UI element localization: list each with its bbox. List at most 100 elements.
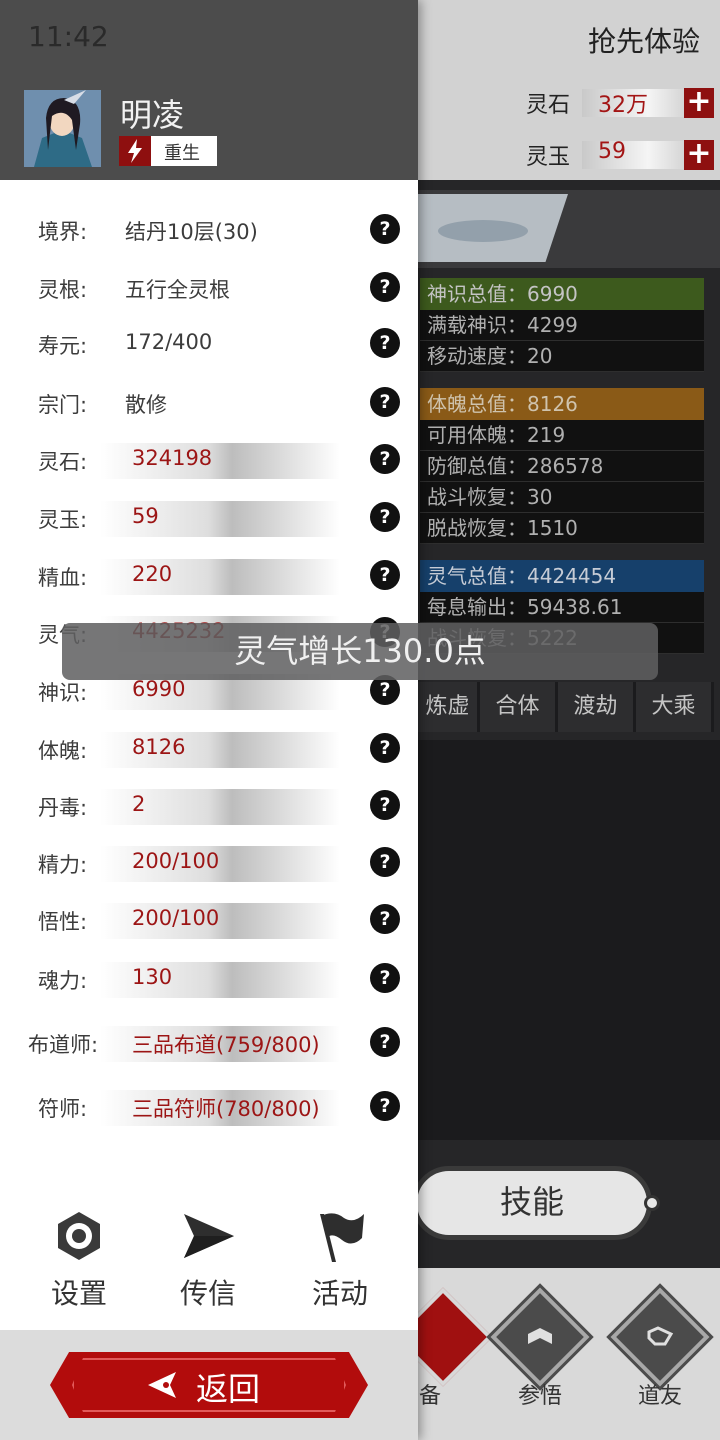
resource-spirit-stone: 灵石 32万 + [520, 87, 715, 118]
attr-row-sect: 宗门: 散修 ? [0, 381, 418, 425]
attr-row-spirit-root: 灵根: 五行全灵根 ? [0, 266, 418, 310]
help-icon[interactable]: ? [370, 560, 400, 590]
help-icon[interactable]: ? [370, 444, 400, 474]
content-panel [418, 740, 720, 1140]
attr-label: 体魄: [38, 739, 88, 763]
attr-label: 寿元: [38, 334, 88, 358]
activity-button[interactable]: 活动 [285, 1208, 395, 1312]
attr-row-physique: 体魄: 8126 ? [0, 727, 418, 771]
attr-value: 三品符师(780/800) [132, 1097, 320, 1121]
attr-value: 200/100 [132, 906, 220, 930]
attr-row-essence-blood: 精血: 220 ? [0, 554, 418, 598]
help-icon[interactable]: ? [370, 847, 400, 877]
attr-value: 200/100 [132, 849, 220, 873]
skill-button[interactable]: 技能 [412, 1166, 652, 1240]
attr-row-lifespan: 寿元: 172/400 ? [0, 322, 418, 366]
attr-value: 130 [132, 965, 173, 989]
attr-label: 魂力: [38, 969, 88, 993]
help-icon[interactable]: ? [370, 733, 400, 763]
flag-icon [285, 1208, 395, 1264]
help-icon[interactable]: ? [370, 214, 400, 244]
cloud-image [438, 220, 528, 242]
settings-label: 设置 [50, 1277, 107, 1310]
help-icon[interactable]: ? [370, 963, 400, 993]
tab-realm[interactable]: 渡劫 [558, 682, 636, 732]
attr-label: 灵根: [38, 278, 88, 302]
resource-label: 灵石 [526, 93, 571, 118]
attr-value: 59 [132, 504, 159, 528]
attr-row-spirit-jade: 灵玉: 59 ? [0, 496, 418, 540]
attr-row-realm: 境界: 结丹10层(30) ? [0, 208, 418, 252]
resource-value: 32万 [598, 93, 648, 118]
attr-value: 五行全灵根 [125, 278, 230, 302]
stat-group-header: 神识总值：6990 [420, 278, 704, 310]
handshake-icon [645, 1322, 675, 1352]
nav-label: 道友 [637, 1384, 682, 1409]
friends-nav-button[interactable] [610, 1287, 710, 1387]
book-icon [525, 1322, 555, 1352]
attr-label: 灵玉: [38, 508, 88, 532]
status-bar-time: 11:42 [28, 20, 109, 53]
toast-message: 灵气增长130.0点 [62, 623, 658, 680]
stats-panel: 神识总值：6990 满载神识：4299 移动速度：20 体魄总值：8126 可用… [420, 278, 704, 654]
stat-group-header: 灵气总值：4424454 [420, 560, 704, 592]
scene-banner [418, 190, 720, 268]
resource-value: 59 [598, 139, 626, 164]
help-icon[interactable]: ? [370, 1027, 400, 1057]
attr-row-spirit-stone: 灵石: 324198 ? [0, 438, 418, 482]
back-arrow-icon [146, 1370, 178, 1400]
attr-value: 散修 [125, 393, 167, 417]
attr-value: 6990 [132, 677, 186, 701]
attr-value: 220 [132, 562, 173, 586]
stat-line: 脱战恢复：1510 [420, 513, 704, 544]
attr-value: 324198 [132, 446, 213, 470]
lightning-icon [119, 136, 151, 166]
add-spirit-jade-button[interactable]: + [684, 139, 714, 170]
stat-line: 每息输出：59438.61 [420, 592, 704, 623]
help-icon[interactable]: ? [370, 272, 400, 302]
attr-row-energy: 精力: 200/100 ? [0, 841, 418, 885]
attr-label: 境界: [38, 220, 88, 244]
attr-value: 结丹10层(30) [125, 220, 258, 244]
message-button[interactable]: 传信 [153, 1208, 263, 1312]
help-icon[interactable]: ? [370, 904, 400, 934]
attr-label: 丹毒: [38, 796, 88, 820]
tab-realm[interactable]: 合体 [480, 682, 558, 732]
attr-row-preacher: 布道师: 三品布道(759/800) ? [0, 1021, 418, 1065]
rebirth-label: 重生 [164, 143, 200, 164]
help-icon[interactable]: ? [370, 502, 400, 532]
help-icon[interactable]: ? [370, 328, 400, 358]
comprehend-nav-button[interactable] [490, 1287, 590, 1387]
settings-button[interactable]: 设置 [24, 1208, 134, 1312]
stat-line: 战斗恢复：30 [420, 482, 704, 513]
attr-label: 布道师: [28, 1033, 99, 1057]
bottom-nav: 备 参悟 道友 [393, 1268, 720, 1440]
stat-line: 满载神识：4299 [420, 310, 704, 341]
help-icon[interactable]: ? [370, 1091, 400, 1121]
attr-label: 精血: [38, 566, 88, 590]
gear-icon [24, 1208, 134, 1264]
add-spirit-stone-button[interactable]: + [684, 87, 714, 118]
attr-label: 精力: [38, 853, 88, 877]
help-icon[interactable]: ? [370, 790, 400, 820]
back-button[interactable]: 返回 [50, 1352, 368, 1418]
attr-value: 8126 [132, 735, 186, 759]
attr-value: 2 [132, 792, 146, 816]
character-drawer: 明凌 重生 境界: 结丹10层(30) ? 灵根: 五行全灵根 ? 寿元: 17… [0, 0, 418, 1440]
early-access-title: 抢先体验 [587, 25, 700, 58]
stat-line: 防御总值：286578 [420, 451, 704, 482]
attr-row-talisman-master: 符师: 三品符师(780/800) ? [0, 1085, 418, 1129]
help-icon[interactable]: ? [370, 387, 400, 417]
resource-spirit-jade: 灵玉 59 + [520, 139, 715, 170]
player-name: 明凌 [120, 96, 185, 134]
tab-realm[interactable]: 炼虚 [418, 682, 480, 732]
avatar[interactable] [24, 90, 101, 167]
tab-realm[interactable]: 大乘 [636, 682, 714, 732]
message-label: 传信 [179, 1277, 236, 1310]
send-icon [153, 1208, 263, 1264]
resource-label: 灵玉 [526, 145, 571, 170]
drawer-footer: 返回 [0, 1330, 418, 1440]
skill-indicator-dot [644, 1195, 660, 1211]
attr-row-pill-toxin: 丹毒: 2 ? [0, 784, 418, 828]
stat-group-header: 体魄总值：8126 [420, 388, 704, 420]
